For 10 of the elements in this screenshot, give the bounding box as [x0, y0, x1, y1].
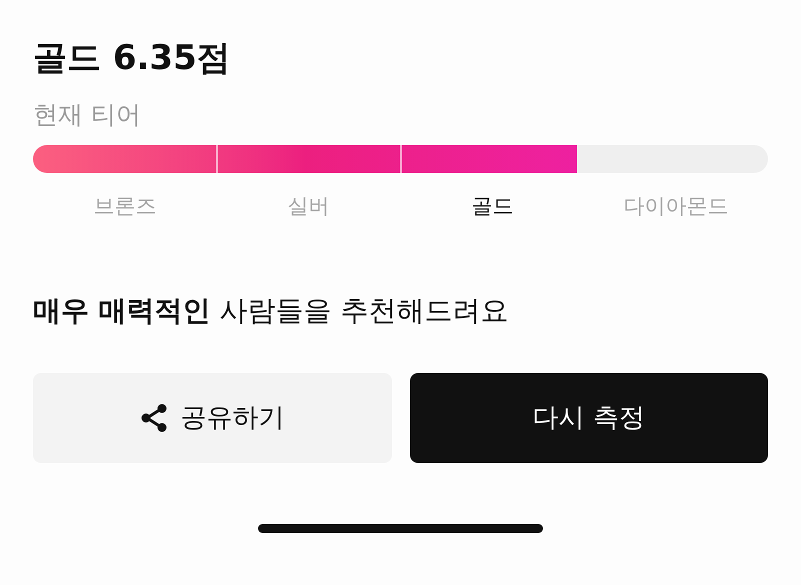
recommendation-headline: 매우 매력적인 사람들을 추천해드려요 — [33, 293, 509, 329]
remeasure-button[interactable]: 다시 측정 — [410, 373, 768, 463]
tier-label: 골드 — [471, 193, 514, 220]
tier-label: 브론즈 — [93, 193, 156, 220]
tier-caption: 현재 티어 — [33, 99, 141, 131]
share-icon — [140, 403, 168, 433]
score-title: 골드 6.35점 — [33, 37, 231, 80]
share-button[interactable]: 공유하기 — [33, 373, 392, 463]
tier-label: 다이아몬드 — [624, 193, 729, 220]
tier-label: 실버 — [288, 193, 330, 220]
